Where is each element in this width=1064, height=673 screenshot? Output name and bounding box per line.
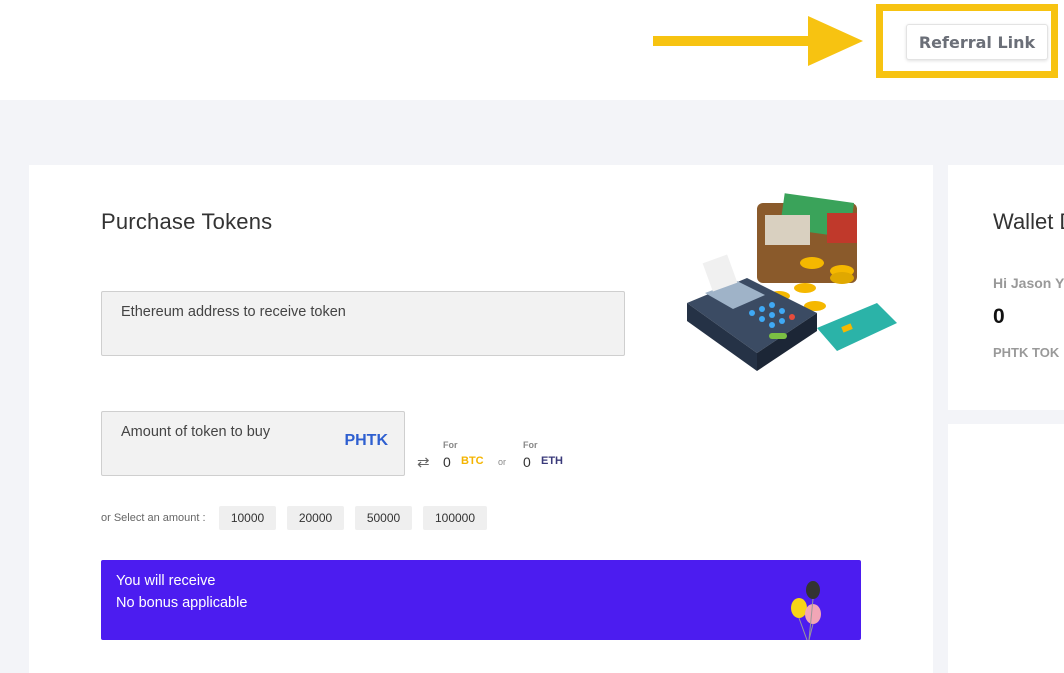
purchase-card: Purchase Tokens Ethereum address to rece… xyxy=(29,165,933,673)
wallet-title: Wallet D xyxy=(993,209,1064,234)
page-title: Purchase Tokens xyxy=(101,209,273,234)
arrow-right-icon xyxy=(653,16,863,66)
eth-value: 0 xyxy=(523,454,531,470)
top-bar: Referral Link xyxy=(0,0,1064,100)
address-placeholder: Ethereum address to receive token xyxy=(121,304,346,320)
btc-symbol: BTC xyxy=(461,455,484,467)
amount-placeholder: Amount of token to buy xyxy=(121,424,271,440)
amount-chip-10000[interactable]: 10000 xyxy=(219,506,276,530)
ethereum-address-input[interactable]: Ethereum address to receive token xyxy=(101,291,625,356)
select-amount-label: or Select an amount : xyxy=(101,512,206,524)
amount-chip-20000[interactable]: 20000 xyxy=(287,506,344,530)
referral-link-button[interactable]: Referral Link xyxy=(906,24,1048,60)
info-icon xyxy=(469,668,493,673)
receive-line: You will receive xyxy=(116,573,216,589)
wallet-unit: PHTK TOK xyxy=(993,345,1060,360)
swap-icon: ⇄ xyxy=(417,454,430,471)
amount-chip-100000[interactable]: 100000 xyxy=(423,506,487,530)
side-card-secondary xyxy=(948,424,1064,673)
token-amount-input[interactable]: Amount of token to buy PHTK xyxy=(101,411,405,476)
eth-symbol: ETH xyxy=(541,455,563,467)
btc-value: 0 xyxy=(443,454,451,470)
wallet-illustration xyxy=(687,193,897,371)
wallet-greeting: Hi Jason Y xyxy=(993,275,1064,291)
bonus-line: No bonus applicable xyxy=(116,595,248,611)
balloon-icon xyxy=(791,581,821,640)
token-symbol: PHTK xyxy=(344,432,388,449)
receive-banner: You will receive No bonus applicable xyxy=(101,560,861,640)
or-label: or xyxy=(498,457,507,467)
amount-chip-50000[interactable]: 50000 xyxy=(355,506,412,530)
wallet-card: Wallet D Hi Jason Y 0 PHTK TOK xyxy=(948,165,1064,410)
wallet-balance: 0 xyxy=(993,305,1005,328)
eth-for-label: For xyxy=(523,440,538,450)
btc-for-label: For xyxy=(443,440,458,450)
